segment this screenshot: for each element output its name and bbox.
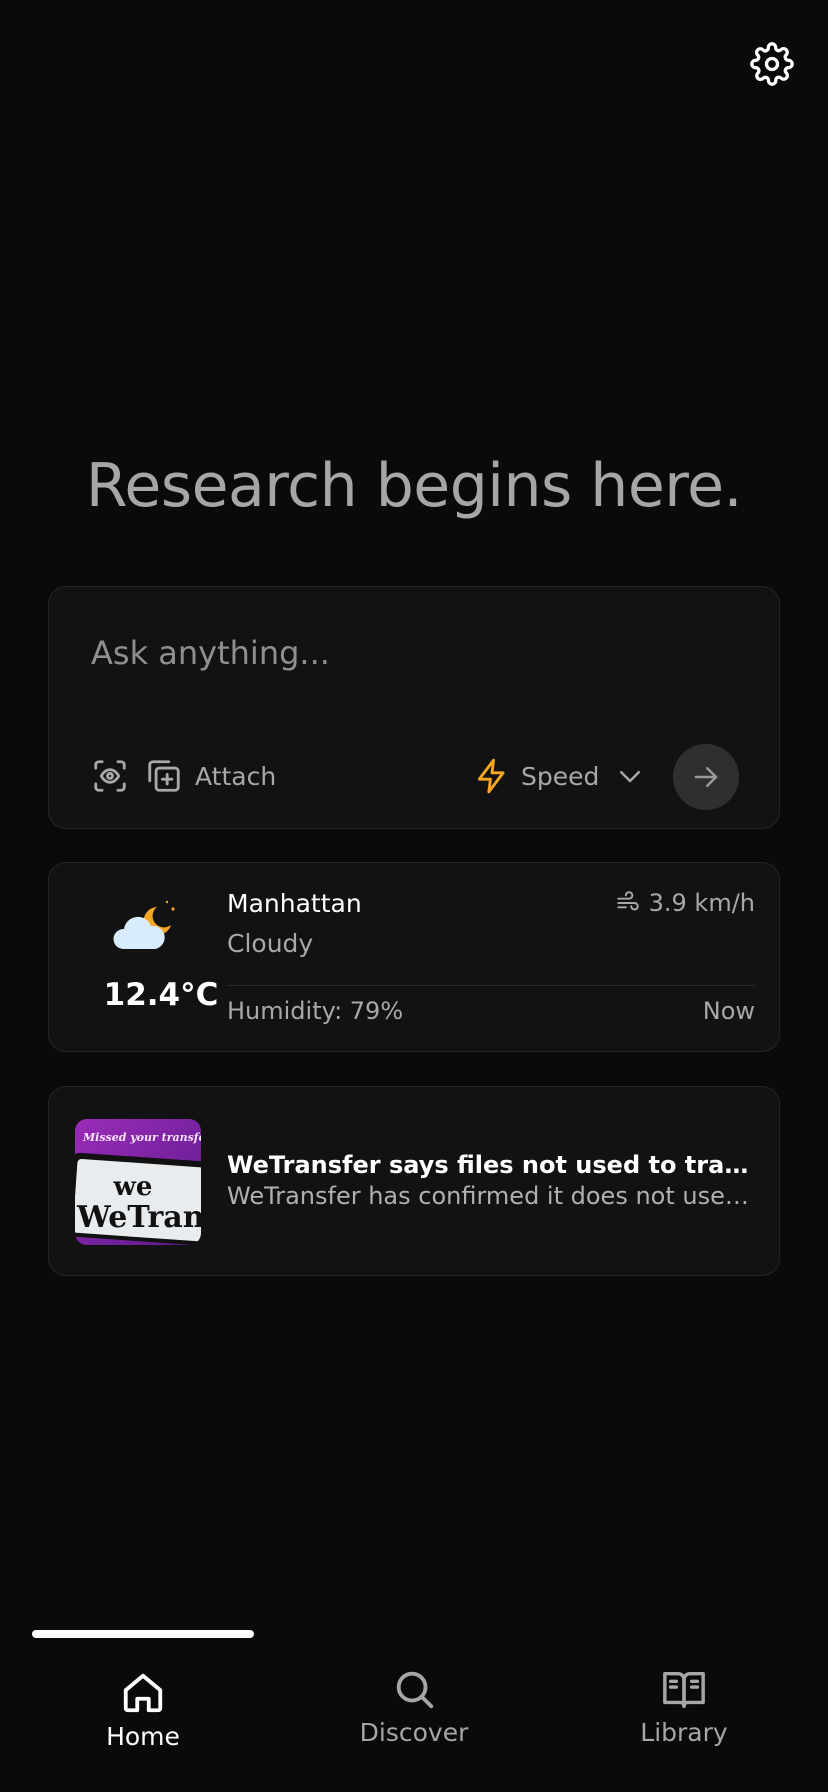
page-headline: Research begins here. (85, 451, 743, 521)
nav-discover-label: Discover (359, 1718, 469, 1747)
wind-icon (616, 891, 639, 911)
wind-speed: 3.9 km/h (648, 889, 755, 917)
weather-card[interactable]: 12.4°C Manhattan Cloudy 3.9 km/h Humidit… (48, 862, 780, 1052)
temperature: 12.4°C (103, 977, 219, 1013)
weather-condition: Cloudy (227, 929, 314, 958)
send-button[interactable] (673, 744, 739, 810)
nav-home-label: Home (106, 1722, 180, 1751)
attach-icon (148, 760, 180, 792)
svg-text:Missed your transfer?: Missed your transfer? (82, 1131, 201, 1144)
ask-card: Attach Speed (48, 586, 780, 829)
humidity: Humidity: 79% (227, 997, 404, 1025)
nav-library-label: Library (640, 1718, 728, 1747)
wind-info: 3.9 km/h (615, 889, 755, 917)
settings-button[interactable] (748, 40, 796, 88)
mode-selector[interactable]: Speed (473, 757, 645, 795)
ask-input[interactable] (89, 627, 733, 679)
weather-time: Now (702, 997, 755, 1025)
weather-divider (227, 985, 755, 986)
eye-scan-icon (94, 760, 126, 792)
svg-text:we: we (113, 1172, 153, 1202)
news-thumbnail: Missed your transfer? we WeTransfer (75, 1119, 201, 1245)
lightning-icon (477, 758, 505, 794)
search-icon (396, 1671, 434, 1709)
partly-cloudy-night-icon (113, 900, 175, 949)
nav-library[interactable]: Library (584, 1666, 784, 1747)
active-tab-indicator (32, 1630, 254, 1638)
arrow-right-icon (694, 767, 718, 787)
home-icon (123, 1673, 163, 1713)
news-summary: WeTransfer has confirmed it does not use… (227, 1182, 755, 1210)
mode-label: Speed (521, 761, 600, 791)
nav-discover[interactable]: Discover (314, 1666, 514, 1747)
news-title: WeTransfer says files not used to train … (227, 1151, 755, 1179)
news-card[interactable]: Missed your transfer? we WeTransfer WeTr… (48, 1086, 780, 1276)
book-icon (663, 1671, 705, 1708)
svg-text:WeTransfer: WeTransfer (76, 1200, 201, 1235)
location-name: Manhattan (227, 889, 362, 918)
nav-home[interactable]: Home (43, 1670, 243, 1751)
gear-icon (750, 42, 794, 86)
chevron-down-icon (620, 771, 641, 783)
focus-button[interactable] (91, 757, 129, 795)
attach-label: Attach (195, 761, 277, 791)
attach-button[interactable]: Attach (145, 757, 276, 795)
